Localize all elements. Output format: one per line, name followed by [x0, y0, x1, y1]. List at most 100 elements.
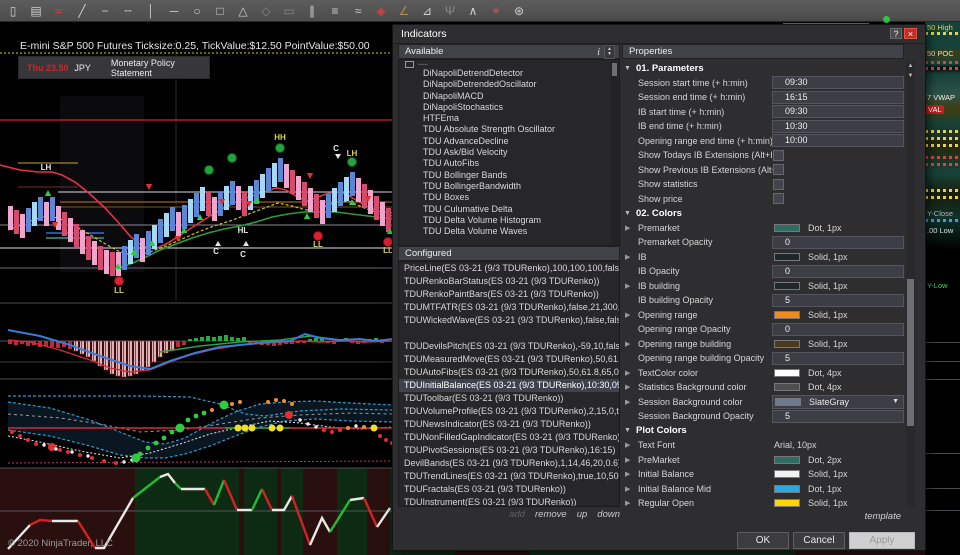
color-swatch[interactable] — [774, 470, 800, 479]
properties-scrollbar[interactable]: ▲ ▼ — [906, 61, 915, 507]
region-icon[interactable]: ▭ — [282, 5, 296, 17]
help-button[interactable]: ? — [890, 28, 902, 39]
configured-indicator-item[interactable]: TDURenkoPaintBars(ES 03-21 (9/3 TDURenko… — [399, 288, 619, 301]
ellipse-icon[interactable]: ○ — [190, 5, 204, 17]
polygon-icon[interactable]: ◇ — [259, 5, 273, 17]
configured-indicator-item[interactable]: TDUWickedWave(ES 03-21 (9/3 TDURenko),fa… — [399, 314, 619, 327]
property-row[interactable]: ▼ 02. Colors — [622, 206, 904, 221]
available-indicator-item[interactable]: TDU Culumative Delta — [399, 204, 619, 215]
color-swatch[interactable] — [774, 310, 800, 319]
dialog-titlebar[interactable]: Indicators ? × — [393, 25, 925, 44]
available-header[interactable]: Available i ▲ ▼ — [398, 44, 620, 59]
marker-icon[interactable]: ◆ — [374, 5, 388, 17]
property-row[interactable]: ▶ Statistics Background color Dot, 4px — [622, 380, 904, 395]
configured-indicator-item[interactable]: TDUDevilsPitch(ES 03-21 (9/3 TDURenko),-… — [399, 340, 619, 353]
property-input[interactable]: 5 — [772, 293, 904, 307]
up-link[interactable]: up — [577, 509, 588, 520]
fib-fan-icon[interactable]: ∠ — [397, 5, 411, 17]
property-input[interactable]: 10:00 — [772, 134, 904, 148]
template-link[interactable]: template — [865, 511, 901, 522]
available-scrollbar[interactable] — [611, 61, 618, 244]
property-row[interactable]: Show statistics — [622, 177, 904, 192]
available-indicator-item[interactable]: TDU Absolute Strength Oscillator — [399, 124, 619, 135]
expander-icon[interactable]: ▶ — [622, 253, 635, 261]
chevron-down-icon[interactable]: ▼ — [622, 210, 636, 217]
news-row[interactable]: Thu 23.50 JPY Monetary Policy Statement — [18, 56, 210, 79]
configured-list[interactable]: PriceLine(ES 03-21 (9/3 TDURenko),100,10… — [398, 261, 620, 507]
trend-line-icon[interactable]: ╱ — [75, 5, 89, 17]
configured-indicator-item[interactable]: DevilBands(ES 03-21 (9/3 TDURenko),1,14,… — [399, 457, 619, 470]
ok-button[interactable]: OK — [737, 532, 789, 549]
available-indicator-item[interactable]: TDU AutoFibs — [399, 158, 619, 169]
ruler-icon[interactable]: ▤ — [29, 5, 43, 17]
configured-indicator-item[interactable]: TDUNonFilledGapIndicator(ES 03-21 (9/3 T… — [399, 431, 619, 444]
available-indicator-item[interactable]: TDU Ask/Bid Velocity — [399, 147, 619, 158]
fib-retracement-icon[interactable]: ≡ — [328, 5, 342, 17]
available-indicator-item[interactable]: DiNapoliDetrendDetector — [399, 68, 619, 79]
configured-indicator-item[interactable]: TDUNewsIndicator(ES 03-21 (9/3 TDURenko)… — [399, 418, 619, 431]
color-swatch[interactable] — [774, 455, 800, 464]
apply-button[interactable]: Apply — [849, 532, 915, 549]
property-checkbox[interactable] — [773, 193, 784, 205]
available-indicator-item[interactable]: DiNapoliDetrendedOscillator — [399, 79, 619, 90]
property-input[interactable]: 0 — [772, 322, 904, 336]
line-segment-icon[interactable]: − — [98, 5, 112, 17]
property-input[interactable]: 09:30 — [772, 105, 904, 119]
property-row[interactable]: ▶ Premarket Dot, 1px — [622, 221, 904, 236]
property-input[interactable]: 5 — [772, 409, 904, 423]
property-row[interactable]: ▶ Initial Balance Solid, 1px — [622, 467, 904, 482]
property-row[interactable]: Show price — [622, 192, 904, 207]
rectangle-icon[interactable]: □ — [213, 5, 227, 17]
property-row[interactable]: Opening range building Opacity 5 — [622, 351, 904, 366]
property-row[interactable]: Session end time (+ h:min) 16:15 — [622, 90, 904, 105]
property-row[interactable]: ▶ PreMarket Dot, 2px — [622, 453, 904, 468]
available-indicator-item[interactable]: TDU Boxes — [399, 192, 619, 203]
color-swatch[interactable] — [774, 281, 800, 290]
property-row[interactable]: Opening range end time (+ h:min) 10:00 — [622, 134, 904, 149]
expander-icon[interactable]: ▶ — [622, 485, 635, 493]
property-checkbox[interactable] — [773, 164, 784, 176]
color-swatch[interactable] — [774, 368, 800, 377]
expander-icon[interactable]: ▶ — [622, 470, 635, 478]
configured-indicator-item[interactable]: TDUMeasuredMove(ES 03-21 (9/3 TDURenko),… — [399, 353, 619, 366]
available-list[interactable]: ┄┄ DiNapoliDetrendDetector DiNapoliDetren… — [398, 59, 620, 246]
property-row[interactable]: IB end time (+ h:min) 10:30 — [622, 119, 904, 134]
property-input[interactable]: 0 — [772, 264, 904, 278]
configured-indicator-item[interactable] — [399, 327, 619, 340]
color-swatch[interactable] — [774, 499, 800, 508]
available-spinner-icon[interactable]: ▲ ▼ — [604, 45, 615, 59]
available-partial-item[interactable]: ┄┄ — [399, 60, 619, 69]
alert-icon[interactable]: ✶ — [489, 5, 503, 17]
color-swatch[interactable] — [774, 223, 800, 232]
expander-icon[interactable]: ▶ — [622, 441, 635, 449]
available-indicator-item[interactable]: TDU Bollinger Bands — [399, 170, 619, 181]
property-row[interactable]: ▶ Initial Balance Mid Dot, 1px — [622, 482, 904, 497]
configured-indicator-item[interactable]: TDUMTFATR(ES 03-21 (9/3 TDURenko),false,… — [399, 301, 619, 314]
settings-gear-icon[interactable]: ⊛ — [512, 5, 526, 17]
property-row[interactable]: ▶ Regular Open Solid, 1px — [622, 496, 904, 511]
add-link[interactable]: add — [509, 509, 525, 520]
expander-icon[interactable]: ▶ — [622, 499, 635, 507]
triangle-icon[interactable]: △ — [236, 5, 250, 17]
horizontal-line-icon[interactable]: ─ — [167, 5, 181, 17]
scroll-up-icon[interactable]: ▲ — [906, 61, 915, 71]
available-indicator-item[interactable]: HTFEma — [399, 113, 619, 124]
expander-icon[interactable]: ▶ — [622, 282, 635, 290]
property-row[interactable]: ▶ IB building Solid, 1px — [622, 279, 904, 294]
configured-indicator-item[interactable]: PriceLine(ES 03-21 (9/3 TDURenko),100,10… — [399, 262, 619, 275]
expander-icon[interactable]: ▶ — [622, 224, 635, 232]
cancel-button[interactable]: Cancel — [793, 532, 845, 549]
property-row[interactable]: IB Opacity 0 — [622, 264, 904, 279]
configured-indicator-item[interactable]: TDUAutoFibs(ES 03-21 (9/3 TDURenko),50,6… — [399, 366, 619, 379]
property-input[interactable]: 16:15 — [772, 90, 904, 104]
channel-icon[interactable]: ∥ — [305, 5, 319, 17]
property-input[interactable]: 5 — [772, 351, 904, 365]
available-indicator-item[interactable]: TDU AdvanceDecline — [399, 136, 619, 147]
pitchfork-icon[interactable]: Ψ — [443, 5, 457, 17]
configured-indicator-item[interactable]: TDUPivotSessions(ES 03-21 (9/3 TDURenko)… — [399, 444, 619, 457]
property-row[interactable]: ▶ Opening range Solid, 1px — [622, 308, 904, 323]
property-checkbox[interactable] — [773, 178, 784, 190]
available-indicator-item[interactable]: TDU Delta Volume Histogram — [399, 215, 619, 226]
available-indicator-item[interactable]: TDU BollingerBandwidth — [399, 181, 619, 192]
property-row[interactable]: ▼ Plot Colors — [622, 424, 904, 439]
